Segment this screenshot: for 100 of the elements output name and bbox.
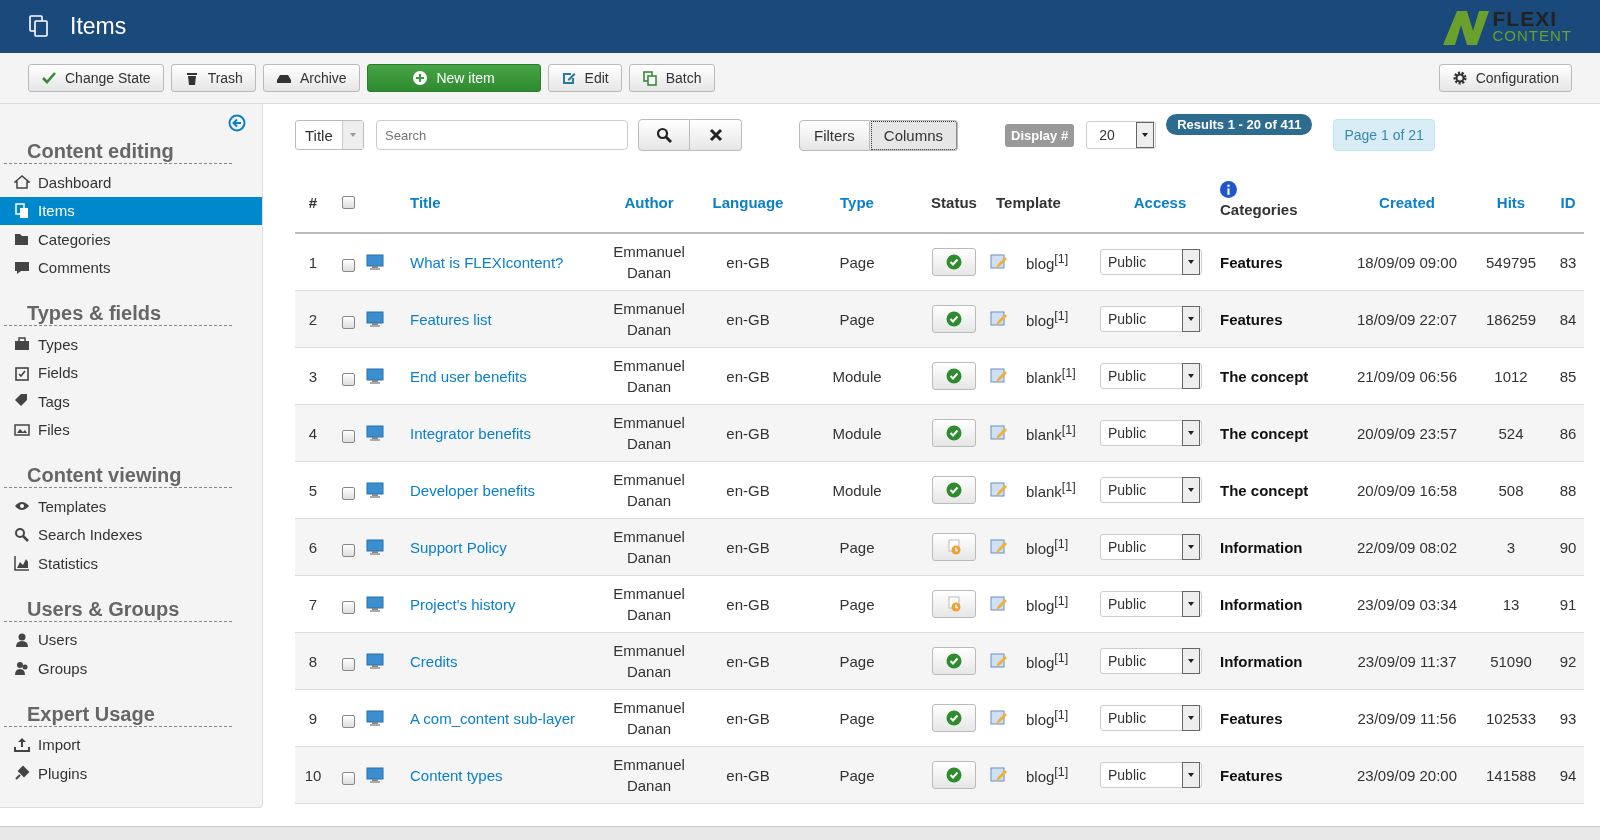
clear-button[interactable]	[690, 119, 742, 151]
row-checkbox[interactable]	[342, 486, 355, 500]
sidebar-item[interactable]: Items	[0, 196, 262, 225]
row-checkbox[interactable]	[342, 315, 355, 329]
status-button[interactable]	[932, 647, 976, 675]
sidebar-item[interactable]: Search Indexes	[0, 520, 262, 549]
toolbar-button[interactable]: Trash	[170, 64, 256, 92]
status-button[interactable]	[932, 590, 976, 618]
template-cell-text: blog$^{[1]}$	[1025, 309, 1070, 329]
item-title-link[interactable]: Features list	[406, 310, 598, 328]
column-header[interactable]: Title	[406, 193, 598, 211]
access-select[interactable]: Public	[1100, 591, 1202, 617]
item-title-link[interactable]: Credits	[406, 652, 598, 670]
row-number: 10	[303, 766, 323, 784]
configuration-button[interactable]: Configuration	[1438, 64, 1572, 92]
type-cell-text: Page	[838, 253, 876, 271]
sidebar-item[interactable]: Templates	[0, 492, 262, 521]
status-button[interactable]	[932, 533, 976, 561]
access-select[interactable]: Public	[1100, 306, 1202, 332]
access-select[interactable]: Public	[1100, 249, 1202, 275]
item-title-link[interactable]: Developer benefits	[406, 481, 598, 499]
sidebar-item[interactable]: Dashboard	[0, 168, 262, 197]
status-button[interactable]	[932, 476, 976, 504]
sidebar-item[interactable]: Tags	[0, 387, 262, 416]
sidebar-item[interactable]: Comments	[0, 253, 262, 282]
item-title-link[interactable]: Support Policy	[406, 538, 598, 556]
sidebar-item[interactable]: Files	[0, 415, 262, 444]
sidebar-item[interactable]: Categories	[0, 225, 262, 254]
select-all-checkbox[interactable]	[342, 195, 355, 209]
search-scope-select[interactable]: Title	[295, 120, 364, 150]
sidebar-item[interactable]: Import	[0, 730, 262, 759]
caret-icon	[1187, 657, 1195, 665]
type-cell-text: Page	[838, 310, 876, 328]
toolbar-button[interactable]: Batch	[628, 64, 715, 92]
status-button[interactable]	[932, 704, 976, 732]
category-cell-text: Information	[1220, 595, 1304, 613]
row-checkbox[interactable]	[342, 543, 355, 557]
item-title-link[interactable]: A com_content sub-layer	[406, 709, 598, 727]
column-header[interactable]: Author	[598, 193, 700, 211]
access-select[interactable]: Public	[1100, 648, 1202, 674]
access-select[interactable]: Public	[1100, 762, 1202, 788]
monitor-icon	[366, 310, 384, 328]
column-header[interactable]: Created	[1338, 193, 1476, 211]
sidebar-item[interactable]: Types	[0, 330, 262, 359]
status-button[interactable]	[932, 362, 976, 390]
access-select[interactable]: Public	[1100, 477, 1202, 503]
caret-icon	[1187, 315, 1195, 323]
author-cell-text: Emmanuel Danan	[612, 755, 686, 796]
display-count-select[interactable]: 20	[1086, 121, 1157, 149]
status-button[interactable]	[932, 305, 976, 333]
toolbar-button[interactable]: Archive	[262, 64, 360, 92]
item-title-link[interactable]: What is FLEXIcontent?	[406, 253, 598, 271]
access-select[interactable]: Public	[1100, 534, 1202, 560]
item-title-link[interactable]: Project's history	[406, 595, 598, 613]
toolbar-button[interactable]: New item	[366, 64, 541, 92]
sidebar-heading: Content editing	[4, 140, 232, 164]
column-header[interactable]: Hits	[1476, 193, 1546, 211]
row-checkbox[interactable]	[342, 258, 355, 272]
hits-cell-text: 524	[1497, 424, 1525, 442]
sidebar-item[interactable]: Fields	[0, 358, 262, 387]
column-header[interactable]: Language	[700, 193, 796, 211]
toggle-button[interactable]: Columns	[869, 119, 959, 151]
item-title-link[interactable]: End user benefits	[406, 367, 598, 385]
sidebar-item[interactable]: Plugins	[0, 759, 262, 788]
item-title-link[interactable]: Integrator benefits	[406, 424, 598, 442]
row-checkbox[interactable]	[342, 714, 355, 728]
published-check-icon	[946, 710, 962, 726]
sidebar-item[interactable]: Statistics	[0, 549, 262, 578]
toolbar-button[interactable]: Edit	[547, 64, 622, 92]
toolbar-button[interactable]: Change State	[28, 64, 164, 92]
column-header: Status	[930, 193, 978, 211]
sidebar-item[interactable]: Groups	[0, 654, 262, 683]
folder-icon	[14, 231, 30, 248]
toggle-button[interactable]: Filters	[799, 119, 870, 151]
search-field[interactable]: Search	[376, 120, 628, 150]
status-button[interactable]	[932, 419, 976, 447]
sidebar-item-label: Templates	[38, 497, 107, 515]
search-button[interactable]	[638, 119, 690, 151]
row-checkbox[interactable]	[342, 429, 355, 443]
template-edit-icon	[990, 595, 1008, 613]
access-select[interactable]: Public	[1100, 420, 1202, 446]
access-select[interactable]: Public	[1100, 705, 1202, 731]
monitor-icon	[366, 766, 384, 784]
type-cell-text: Page	[838, 538, 876, 556]
row-checkbox[interactable]	[342, 657, 355, 671]
category-cell-text: The concept	[1220, 367, 1310, 385]
status-button[interactable]	[932, 248, 976, 276]
row-checkbox[interactable]	[342, 771, 355, 785]
row-checkbox[interactable]	[342, 372, 355, 386]
access-select[interactable]: Public	[1100, 363, 1202, 389]
status-button[interactable]	[932, 761, 976, 789]
item-title-link[interactable]: Content types	[406, 766, 598, 784]
sidebar-item[interactable]: Users	[0, 625, 262, 654]
column-header[interactable]: Type	[796, 193, 918, 211]
column-header[interactable]: ID	[1546, 193, 1590, 211]
page-indicator: Page 1 of 21	[1333, 119, 1435, 151]
row-checkbox[interactable]	[342, 600, 355, 614]
caret-icon	[1187, 258, 1195, 266]
column-header[interactable]: Access	[1100, 193, 1220, 211]
published-check-icon	[946, 425, 962, 441]
